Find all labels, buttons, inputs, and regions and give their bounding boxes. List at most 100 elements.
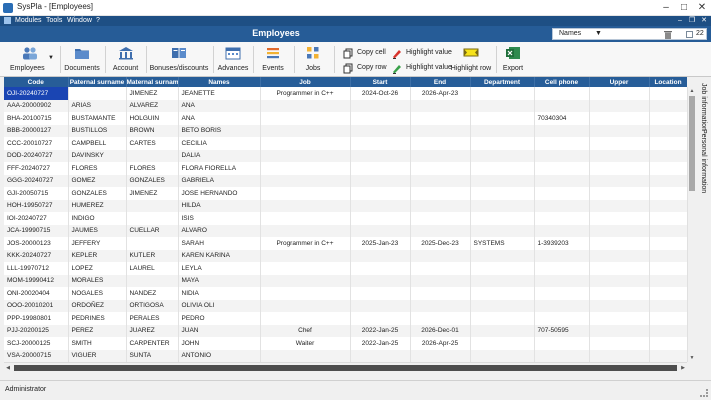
table-cell[interactable] bbox=[350, 99, 411, 112]
table-cell[interactable] bbox=[260, 124, 351, 137]
table-row[interactable]: HOH-19950727 HUMEREZ HILDA bbox=[4, 199, 687, 212]
table-cell[interactable]: GABRIELA bbox=[178, 174, 261, 187]
table-cell[interactable] bbox=[260, 199, 351, 212]
table-cell[interactable]: BUSTILLOS bbox=[68, 124, 127, 137]
table-cell[interactable] bbox=[534, 149, 590, 162]
horizontal-scrollbar[interactable]: ◀ ▶ bbox=[4, 362, 687, 372]
column-header[interactable]: Names bbox=[178, 77, 261, 87]
column-header[interactable]: Start bbox=[350, 77, 411, 87]
table-cell[interactable]: JCA-19990715 bbox=[4, 224, 69, 237]
table-cell[interactable] bbox=[649, 249, 687, 262]
table-cell[interactable]: GONZALES bbox=[68, 187, 127, 200]
table-cell[interactable] bbox=[534, 162, 590, 175]
column-header[interactable]: Paternal surname bbox=[68, 77, 127, 87]
table-cell[interactable] bbox=[589, 237, 650, 250]
table-cell[interactable] bbox=[589, 299, 650, 312]
column-header[interactable]: Job bbox=[260, 77, 351, 87]
table-cell[interactable] bbox=[470, 249, 535, 262]
table-cell[interactable] bbox=[126, 274, 179, 287]
table-cell[interactable] bbox=[649, 324, 687, 337]
table-cell[interactable] bbox=[470, 112, 535, 125]
table-cell[interactable]: ISIS bbox=[178, 212, 261, 225]
table-cell[interactable]: SCJ-20000125 bbox=[4, 337, 69, 350]
child-close-button[interactable]: ✕ bbox=[699, 16, 709, 26]
table-cell[interactable] bbox=[410, 149, 471, 162]
table-cell[interactable] bbox=[350, 199, 411, 212]
export-button[interactable]: Export bbox=[499, 44, 527, 75]
table-cell[interactable]: LLL-19970712 bbox=[4, 262, 69, 275]
table-cell[interactable] bbox=[410, 287, 471, 300]
table-cell[interactable] bbox=[649, 174, 687, 187]
table-cell[interactable]: HOLGUIN bbox=[126, 112, 179, 125]
table-row[interactable]: MOM-19990412 MORALES MAYA bbox=[4, 274, 687, 287]
table-cell[interactable] bbox=[260, 149, 351, 162]
table-cell[interactable] bbox=[470, 212, 535, 225]
table-cell[interactable] bbox=[589, 337, 650, 350]
table-cell[interactable] bbox=[649, 112, 687, 125]
table-cell[interactable]: PERALES bbox=[126, 312, 179, 325]
table-cell[interactable] bbox=[589, 149, 650, 162]
table-cell[interactable] bbox=[410, 199, 471, 212]
table-cell[interactable]: ANA bbox=[178, 99, 261, 112]
table-cell[interactable] bbox=[589, 249, 650, 262]
table-cell[interactable] bbox=[350, 112, 411, 125]
table-cell[interactable] bbox=[470, 99, 535, 112]
table-cell[interactable] bbox=[649, 224, 687, 237]
table-cell[interactable] bbox=[534, 287, 590, 300]
table-cell[interactable] bbox=[589, 124, 650, 137]
table-cell[interactable]: ORTIGOSA bbox=[126, 299, 179, 312]
table-cell[interactable]: 2022-Jan-25 bbox=[350, 337, 411, 350]
table-cell[interactable]: ANA bbox=[178, 112, 261, 125]
table-cell[interactable]: PPP-19980801 bbox=[4, 312, 69, 325]
table-cell[interactable]: KKK-20240727 bbox=[4, 249, 69, 262]
table-cell[interactable] bbox=[260, 137, 351, 150]
table-cell[interactable] bbox=[350, 174, 411, 187]
table-row[interactable]: IOI-20240727 INDIGO ISIS bbox=[4, 212, 687, 225]
table-cell[interactable] bbox=[589, 99, 650, 112]
table-cell[interactable]: JUAN bbox=[178, 324, 261, 337]
table-row[interactable]: LLL-19970712 LOPEZ LAUREL LEYLA bbox=[4, 262, 687, 275]
documents-button[interactable]: Documents bbox=[63, 44, 101, 75]
vertical-scrollbar[interactable]: ▲ ▼ bbox=[687, 87, 695, 362]
table-cell[interactable]: ALVAREZ bbox=[126, 99, 179, 112]
table-cell[interactable] bbox=[350, 149, 411, 162]
minimize-button[interactable]: – bbox=[657, 0, 675, 16]
table-cell[interactable] bbox=[350, 249, 411, 262]
table-cell[interactable]: OOO-20010201 bbox=[4, 299, 69, 312]
table-cell[interactable] bbox=[649, 299, 687, 312]
table-cell[interactable] bbox=[260, 349, 351, 362]
table-cell[interactable] bbox=[649, 287, 687, 300]
table-cell[interactable] bbox=[68, 87, 127, 100]
table-cell[interactable] bbox=[470, 124, 535, 137]
table-cell[interactable]: CCC-20010727 bbox=[4, 137, 69, 150]
column-header[interactable]: End bbox=[410, 77, 471, 87]
table-cell[interactable] bbox=[589, 324, 650, 337]
table-cell[interactable] bbox=[260, 112, 351, 125]
table-cell[interactable]: IOI-20240727 bbox=[4, 212, 69, 225]
scroll-right-icon[interactable]: ▶ bbox=[679, 363, 687, 373]
table-cell[interactable] bbox=[410, 174, 471, 187]
table-cell[interactable]: PEREZ bbox=[68, 324, 127, 337]
table-cell[interactable]: SUNTA bbox=[126, 349, 179, 362]
tab-personal-information[interactable]: Personal information bbox=[695, 129, 711, 239]
table-cell[interactable] bbox=[410, 262, 471, 275]
table-cell[interactable]: GJI-20050715 bbox=[4, 187, 69, 200]
table-cell[interactable] bbox=[534, 137, 590, 150]
table-cell[interactable] bbox=[350, 224, 411, 237]
table-cell[interactable] bbox=[589, 224, 650, 237]
table-cell[interactable] bbox=[534, 199, 590, 212]
table-cell[interactable] bbox=[470, 274, 535, 287]
table-cell[interactable]: MOM-19990412 bbox=[4, 274, 69, 287]
table-cell[interactable] bbox=[589, 274, 650, 287]
table-cell[interactable]: FLORA FIORELLA bbox=[178, 162, 261, 175]
table-cell[interactable] bbox=[350, 274, 411, 287]
table-cell[interactable] bbox=[470, 299, 535, 312]
table-cell[interactable]: BBB-20000127 bbox=[4, 124, 69, 137]
table-cell[interactable]: AAA-20000902 bbox=[4, 99, 69, 112]
table-cell[interactable]: GONZALES bbox=[126, 174, 179, 187]
table-cell[interactable] bbox=[126, 237, 179, 250]
table-cell[interactable]: ORDOÑEZ bbox=[68, 299, 127, 312]
table-cell[interactable]: JEANETTE bbox=[178, 87, 261, 100]
menu-window[interactable]: Window bbox=[67, 16, 92, 26]
table-cell[interactable]: ONI-20020404 bbox=[4, 287, 69, 300]
